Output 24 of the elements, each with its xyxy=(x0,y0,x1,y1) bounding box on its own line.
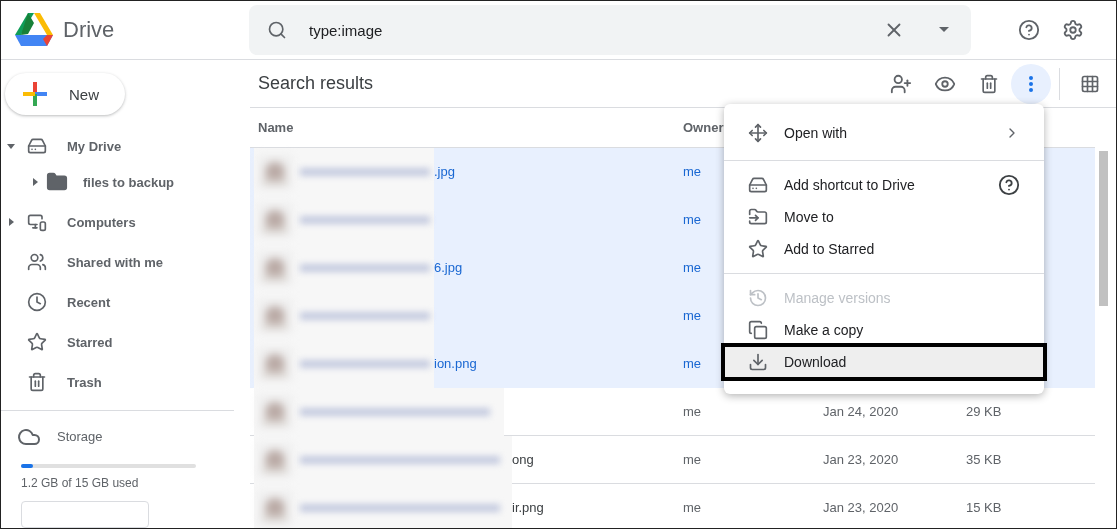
sidebar-item[interactable]: files to backup xyxy=(1,166,250,199)
file-name: ir.png xyxy=(512,500,544,515)
file-name: ion.png xyxy=(434,356,477,371)
file-name: ong xyxy=(512,452,534,467)
sidebar-item[interactable]: Trash xyxy=(1,362,250,403)
sidebar-item[interactable]: Computers xyxy=(1,202,250,243)
sidebar-item[interactable]: Shared with me xyxy=(1,242,250,283)
search-bar[interactable]: type:image xyxy=(249,5,971,55)
storage-usage: 1.2 GB of 15 GB used xyxy=(21,476,140,491)
search-input[interactable]: type:image xyxy=(307,20,863,40)
new-button[interactable]: New xyxy=(5,73,125,116)
page-title: Search results xyxy=(258,73,375,94)
menu-item[interactable]: Download xyxy=(724,346,1044,378)
file-name-cell[interactable]: ion.png xyxy=(250,340,675,388)
file-name-cell[interactable]: ong xyxy=(250,436,675,484)
storage-item[interactable]: Storage xyxy=(1,419,250,455)
file-name: 6.jpg xyxy=(434,260,463,275)
sidebar-item[interactable]: Recent xyxy=(1,282,250,323)
file-name: .jpg xyxy=(434,164,455,179)
app-name: Drive xyxy=(63,17,115,43)
file-name-cell[interactable]: 6.jpg xyxy=(250,244,675,292)
file-name-cell[interactable]: .jpg xyxy=(250,148,675,196)
sidebar-item[interactable]: Starred xyxy=(1,322,250,363)
sidebar-item[interactable]: My Drive xyxy=(1,126,250,167)
